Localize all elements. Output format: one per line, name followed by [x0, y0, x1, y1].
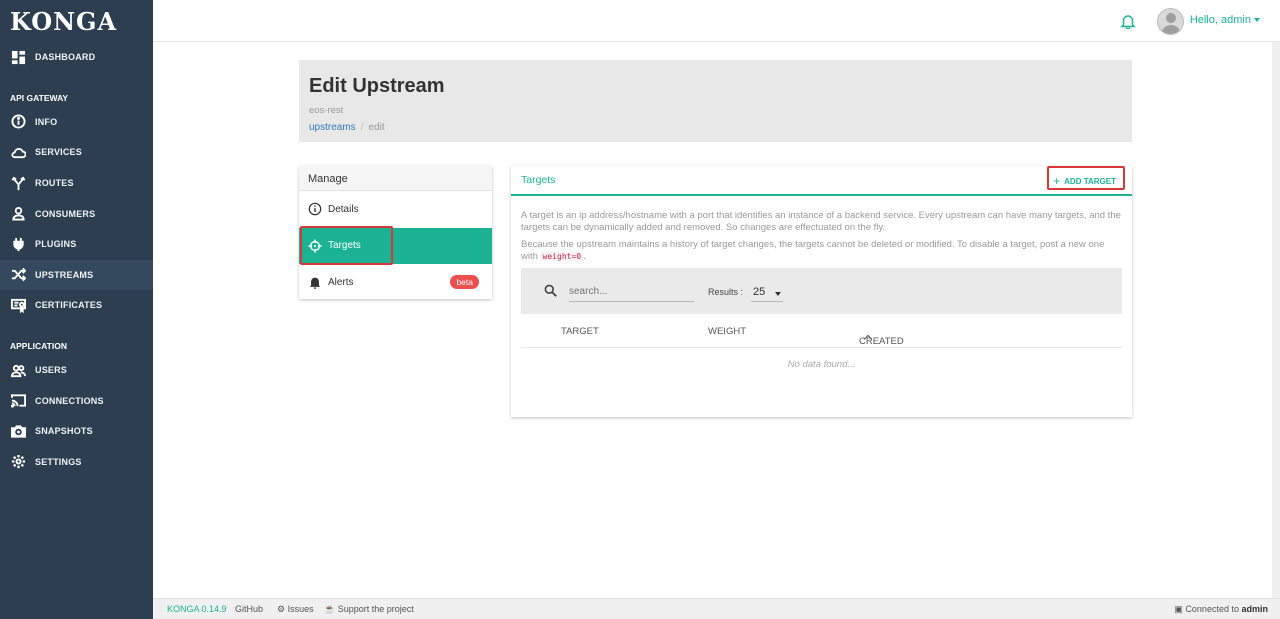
sidebar-item-label: ROUTES [35, 178, 74, 189]
manage-item-alerts[interactable]: Alerts beta [299, 264, 492, 301]
chevron-down-icon [1254, 18, 1260, 23]
weight-code: weight=0 [540, 252, 584, 261]
user-icon [10, 206, 26, 222]
sidebar-item-label: USERS [35, 365, 68, 376]
targets-panel: Targets + ADD TARGET A target is an ip ad… [511, 166, 1132, 417]
issues-label: Issues [287, 604, 314, 614]
camera-icon [10, 423, 26, 439]
info-icon [10, 114, 26, 130]
plug-icon [10, 236, 26, 252]
breadcrumb-separator: / [360, 122, 364, 133]
sidebar-item-label: INFO [35, 116, 58, 127]
page-header: Edit Upstream eos-rest upstreams / edit [299, 60, 1132, 142]
connected-user: admin [1241, 604, 1268, 614]
footer-version[interactable]: KONGA 0.14.9 [167, 604, 227, 614]
sidebar-section-application: APPLICATION [10, 340, 67, 351]
dashboard-icon [10, 49, 26, 65]
connected-prefix: Connected to [1185, 604, 1239, 614]
manage-title: Manage [299, 166, 492, 191]
konga-logo[interactable]: KONGA [0, 0, 153, 42]
results-label: Results : [708, 287, 744, 297]
sidebar-item-services[interactable]: SERVICES [0, 137, 153, 168]
targets-panel-header: Targets + ADD TARGET [511, 166, 1132, 196]
sidebar-item-label: PLUGINS [35, 239, 77, 250]
sidebar-item-dashboard[interactable]: DASHBOARD [0, 42, 153, 73]
sidebar-item-label: UPSTREAMS [35, 269, 94, 280]
bug-icon: ⚙ [277, 604, 286, 614]
sidebar-item-upstreams[interactable]: UPSTREAMS [0, 259, 153, 291]
sidebar-item-label: DASHBOARD [35, 52, 96, 63]
footer-support-link[interactable]: ☕ Support the project [324, 604, 414, 615]
footer: KONGA 0.14.9 GitHub ⚙ Issues ☕ Support t… [153, 598, 1280, 619]
chevron-down-icon [775, 292, 781, 296]
targets-title: Targets [521, 174, 556, 186]
breadcrumb-current: edit [368, 122, 385, 133]
avatar[interactable] [1157, 8, 1184, 35]
page-title: Edit Upstream [309, 75, 445, 97]
bell-icon [308, 275, 322, 290]
cast-icon: ▣ [1174, 604, 1183, 614]
sidebar-item-label: CONSUMERS [35, 208, 96, 219]
sidebar-item-routes[interactable]: ROUTES [0, 168, 153, 199]
sidebar: KONGA DASHBOARD API GATEWAY INFO SERVICE… [0, 0, 153, 619]
footer-issues-link[interactable]: ⚙ Issues [277, 604, 314, 615]
column-weight[interactable]: WEIGHT [708, 326, 746, 337]
breadcrumb-upstreams-link[interactable]: upstreams [309, 122, 356, 133]
sidebar-section-api-gateway: API GATEWAY [10, 92, 69, 103]
sidebar-item-certificates[interactable]: CERTIFICATES [0, 290, 153, 321]
targets-table-header: TARGET WEIGHT CREATED [521, 314, 1122, 348]
targets-disable-note: Because the upstream maintains a history… [521, 239, 1121, 263]
notifications-bell-icon[interactable] [1120, 13, 1136, 29]
coffee-icon: ☕ [324, 604, 336, 614]
beta-badge: beta [450, 275, 479, 289]
sidebar-item-plugins[interactable]: PLUGINS [0, 229, 153, 260]
disable-note-end: . [583, 251, 586, 262]
targets-description: A target is an ip address/hostname with … [521, 210, 1121, 233]
gear-icon [10, 454, 26, 470]
sidebar-item-settings[interactable]: SETTINGS [0, 447, 153, 478]
highlight-add-target-box [1047, 166, 1125, 190]
topbar: Hello, admin [153, 0, 1280, 42]
sidebar-item-snapshots[interactable]: SNAPSHOTS [0, 416, 153, 447]
routes-icon [10, 175, 26, 191]
certificate-icon [10, 297, 26, 313]
breadcrumb: upstreams / edit [309, 122, 385, 133]
sidebar-item-connections[interactable]: CONNECTIONS [0, 385, 153, 416]
user-menu[interactable]: Hello, admin [1190, 14, 1260, 26]
results-value: 25 [753, 286, 766, 298]
cast-icon [10, 393, 26, 409]
sidebar-item-label: SNAPSHOTS [35, 426, 93, 437]
manage-item-label: Alerts [328, 276, 354, 288]
sidebar-item-consumers[interactable]: CONSUMERS [0, 198, 153, 229]
sidebar-item-label: CERTIFICATES [35, 300, 103, 311]
manage-item-details[interactable]: Details [299, 191, 492, 228]
column-target[interactable]: TARGET [561, 326, 599, 337]
sidebar-item-users[interactable]: USERS [0, 355, 153, 386]
empty-table-message: No data found... [787, 359, 856, 370]
support-label: Support the project [337, 604, 414, 614]
shuffle-icon [10, 267, 26, 283]
sidebar-item-label: SETTINGS [35, 456, 82, 467]
connection-status: ▣ Connected to admin [1174, 604, 1268, 615]
users-icon [10, 362, 26, 378]
sidebar-item-label: CONNECTIONS [35, 395, 104, 406]
disable-note-text: Because the upstream maintains a history… [521, 239, 1105, 262]
targets-search-bar: Results : 25 [521, 268, 1122, 314]
search-input[interactable] [569, 282, 694, 302]
sidebar-item-label: SERVICES [35, 147, 82, 158]
highlight-targets-box [300, 226, 393, 265]
footer-github-link[interactable]: GitHub [235, 604, 263, 614]
sidebar-item-info[interactable]: INFO [0, 107, 153, 138]
info-icon [308, 202, 322, 216]
user-greeting: Hello, admin [1189, 14, 1251, 26]
upstream-name: eos-rest [309, 105, 344, 116]
cloud-icon [10, 144, 26, 160]
scrollbar[interactable] [1272, 42, 1280, 598]
results-per-page-select[interactable]: 25 [751, 282, 783, 302]
search-icon [544, 284, 557, 297]
manage-item-label: Details [328, 203, 359, 215]
